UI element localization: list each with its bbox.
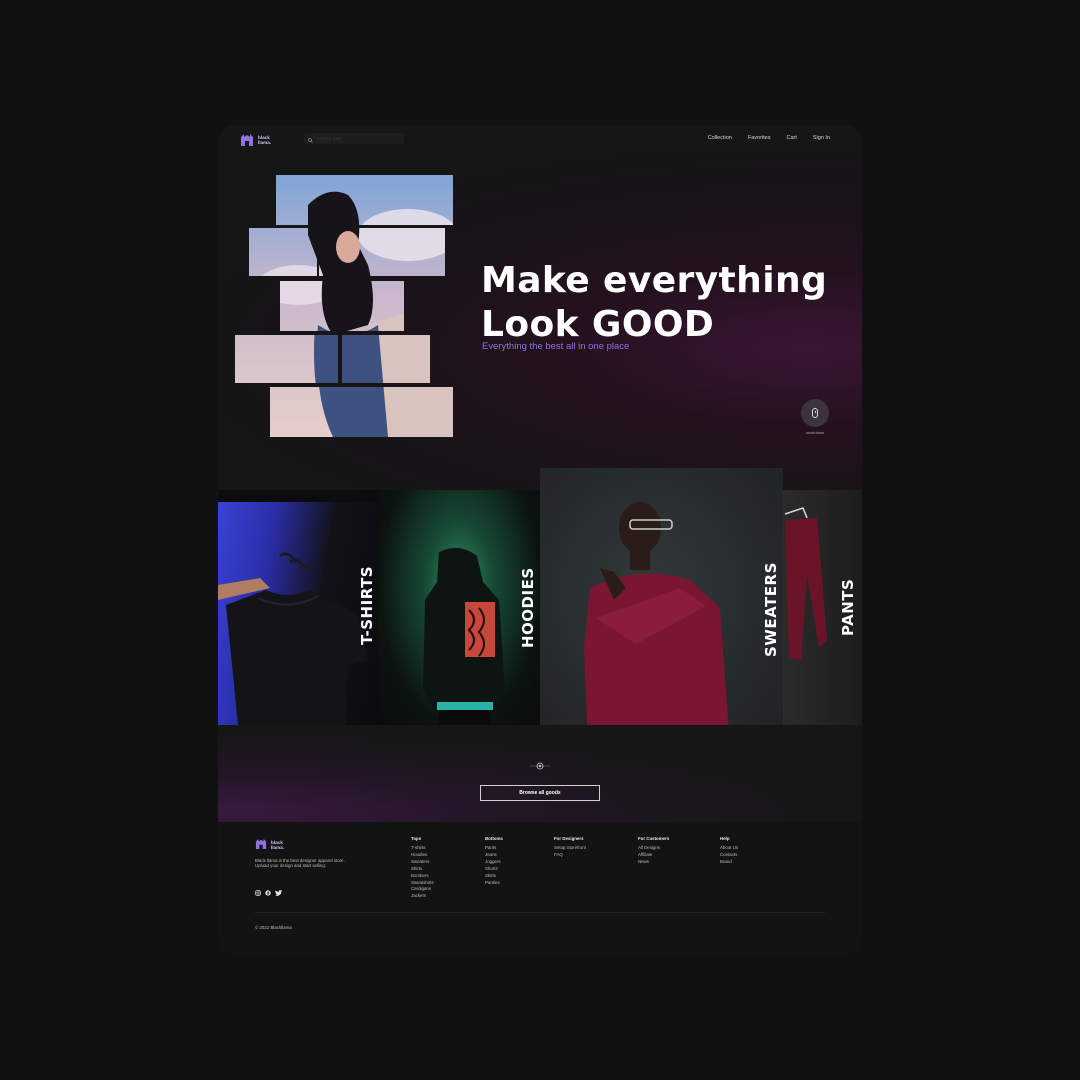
category-label-pants: PANTS — [839, 578, 857, 636]
browse-section: Browse all goods — [218, 725, 862, 822]
footer-link[interactable]: Panties — [485, 880, 503, 887]
footer-link[interactable]: Shorts — [485, 866, 503, 873]
copyright: © 2022 Blackllama — [255, 925, 292, 930]
footer-column-title: Help — [720, 836, 730, 841]
hoodies-photo — [423, 547, 505, 725]
footer-column-title: For Customers — [638, 836, 670, 841]
footer-link[interactable]: All Designs — [638, 845, 669, 852]
footer-column-title: For Designers — [554, 836, 584, 841]
footer-link[interactable]: Shirts — [411, 866, 434, 873]
facebook-icon[interactable] — [265, 883, 271, 896]
mosaic-tile — [235, 335, 338, 383]
category-label-tshirts: T-SHIRTS — [358, 565, 376, 645]
hero-subtitle: Everything the best all in one place — [482, 341, 630, 352]
footer-link[interactable]: Sweatshirts — [411, 880, 434, 887]
footer-link[interactable]: Skirts — [485, 873, 503, 880]
search-icon — [308, 130, 313, 148]
footer-divider — [255, 912, 825, 913]
mosaic-tile — [276, 175, 453, 225]
footer-column-customers: For Customers All Designs Affiliate News — [638, 836, 669, 866]
browse-all-goods-button[interactable]: Browse all goods — [480, 785, 600, 801]
main-nav: Collection Favorites Cart Sign In — [708, 135, 830, 141]
nav-sign-in[interactable]: Sign In — [813, 135, 830, 141]
hero-section: Make everything Look GOOD Everything the… — [218, 153, 862, 490]
mosaic-tile — [280, 281, 340, 331]
footer-brand-line2: llama. — [271, 845, 285, 850]
llama-logo-icon — [240, 133, 254, 146]
category-card-hoodies[interactable]: HOODIES — [379, 490, 540, 725]
footer-link[interactable]: Cardigans — [411, 886, 434, 893]
brand-name: black llama. — [258, 135, 271, 145]
tshirts-photo — [218, 490, 379, 725]
footer-link[interactable]: Pants — [485, 845, 503, 852]
search-input[interactable] — [317, 136, 397, 141]
footer-column-help: Help About Us Contacts Brand — [720, 836, 738, 866]
footer-link[interactable]: Setup Storefront — [554, 845, 586, 852]
instagram-icon[interactable] — [255, 883, 261, 896]
footer-description: Black llama is the best designer apparel… — [255, 858, 345, 869]
category-label-hoodies: HOODIES — [519, 567, 537, 648]
footer: black llama. Black llama is the best des… — [218, 822, 862, 955]
top-navigation: black llama. Collection Favorites Cart S… — [218, 125, 862, 153]
brand-name-line2: llama. — [258, 139, 272, 145]
footer-link[interactable]: Brand — [720, 859, 738, 866]
social-links — [255, 883, 282, 896]
browser-frame: black llama. Collection Favorites Cart S… — [218, 125, 862, 955]
category-card-sweaters[interactable]: SWEATERS — [540, 468, 783, 747]
mosaic-tile — [270, 387, 453, 437]
mosaic-tile — [342, 335, 430, 383]
scroll-down-label: scroll down — [806, 431, 824, 435]
mouse-icon — [812, 408, 818, 418]
scroll-down-button[interactable] — [801, 399, 829, 427]
footer-link[interactable]: Jeans — [485, 852, 503, 859]
footer-link[interactable]: T-shirts — [411, 845, 434, 852]
footer-link[interactable]: Joggers — [485, 859, 503, 866]
footer-brand-name: black llama. — [271, 840, 284, 850]
mosaic-tile — [249, 228, 317, 276]
footer-link[interactable]: FAQ — [554, 852, 586, 859]
carousel-indicator-icon[interactable] — [530, 762, 550, 770]
twitter-icon[interactable] — [275, 883, 282, 896]
footer-column-title: Tops — [411, 836, 422, 841]
category-strip: T-SHIRTS HOODIES SWEATERS PANTS — [218, 468, 862, 747]
footer-logo[interactable]: black llama. — [255, 836, 284, 854]
hero-title-line1: Make everything — [481, 260, 828, 301]
category-card-tshirts[interactable]: T-SHIRTS — [218, 490, 379, 725]
footer-column-designers: For Designers Setup Storefront FAQ — [554, 836, 586, 859]
footer-link[interactable]: Hoodies — [411, 852, 434, 859]
footer-column-bottoms: Bottoms Pants Jeans Joggers Shorts Skirt… — [485, 836, 503, 886]
llama-logo-icon — [255, 836, 267, 854]
footer-link[interactable]: News — [638, 859, 669, 866]
nav-favorites[interactable]: Favorites — [748, 135, 771, 141]
mosaic-tile — [319, 228, 445, 276]
category-label-sweaters: SWEATERS — [762, 562, 780, 657]
footer-link[interactable]: Jackets — [411, 893, 434, 900]
footer-link[interactable]: About Us — [720, 845, 738, 852]
category-card-pants[interactable]: PANTS — [783, 490, 862, 725]
brand-logo[interactable]: black llama. — [240, 133, 271, 146]
hero-title: Make everything Look GOOD — [481, 259, 827, 347]
nav-cart[interactable]: Cart — [786, 135, 796, 141]
footer-link[interactable]: Contacts — [720, 852, 738, 859]
search-bar[interactable] — [304, 133, 404, 144]
nav-collection[interactable]: Collection — [708, 135, 732, 141]
sweaters-photo — [584, 502, 730, 747]
footer-column-title: Bottoms — [485, 836, 503, 841]
mosaic-tile — [342, 281, 404, 331]
footer-link[interactable]: Affiliate — [638, 852, 669, 859]
footer-link[interactable]: Sweaters — [411, 859, 434, 866]
footer-column-tops: Tops T-shirts Hoodies Sweaters Shirts Bo… — [411, 836, 434, 900]
footer-link[interactable]: Bombers — [411, 873, 434, 880]
